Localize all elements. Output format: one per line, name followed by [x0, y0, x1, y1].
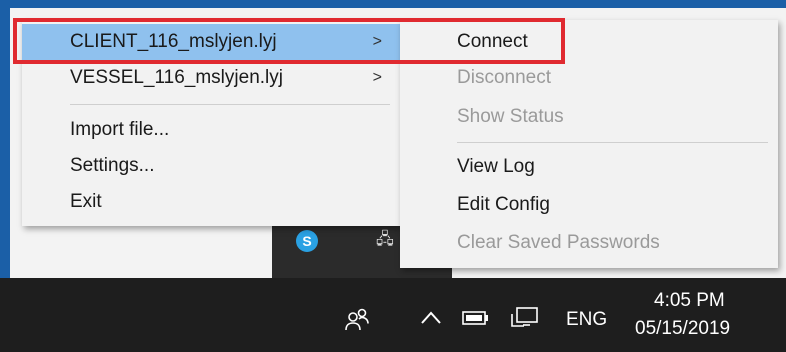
network-icon[interactable]: [510, 306, 540, 336]
submenu-item-disconnect: Disconnect: [400, 60, 778, 96]
menu-item-import-file[interactable]: Import file...: [22, 112, 400, 148]
submenu-separator: [457, 142, 768, 143]
submenu-item-label: Connect: [457, 31, 528, 52]
submenu-item-label: View Log: [457, 156, 535, 177]
language-indicator[interactable]: ENG: [566, 309, 607, 331]
submenu-item-label: Edit Config: [457, 194, 550, 215]
menu-item-label: Settings...: [70, 155, 155, 176]
submenu-item-label: Clear Saved Passwords: [457, 232, 660, 253]
submenu-item-show-status: Show Status: [400, 99, 778, 135]
desktop-edge-top: [0, 0, 786, 8]
chevron-up-icon[interactable]: [420, 308, 442, 332]
submenu-item-view-log[interactable]: View Log: [400, 149, 778, 185]
screen: S 🖧 CLIENT_116_mslyjen.lyj > VESSEL_116_…: [0, 0, 786, 352]
submenu-item-clear-saved-passwords: Clear Saved Passwords: [400, 225, 778, 261]
network-adapter-icon[interactable]: 🖧: [376, 228, 394, 255]
skype-icon[interactable]: S: [296, 230, 318, 252]
chevron-right-icon: >: [372, 69, 382, 86]
menu-item-exit[interactable]: Exit: [22, 184, 400, 220]
context-menu: CLIENT_116_mslyjen.lyj > VESSEL_116_msly…: [22, 20, 400, 226]
menu-item-vessel-config[interactable]: VESSEL_116_mslyjen.lyj >: [22, 60, 400, 96]
submenu-item-edit-config[interactable]: Edit Config: [400, 187, 778, 223]
clock-time[interactable]: 4:05 PM: [654, 290, 725, 312]
menu-item-label: CLIENT_116_mslyjen.lyj: [70, 31, 277, 52]
menu-item-label: Exit: [70, 191, 102, 212]
menu-item-settings[interactable]: Settings...: [22, 148, 400, 184]
battery-icon[interactable]: [462, 309, 490, 333]
submenu: Connect Disconnect Show Status View Log …: [400, 20, 778, 268]
submenu-item-connect[interactable]: Connect: [400, 24, 778, 60]
menu-item-label: VESSEL_116_mslyjen.lyj: [70, 67, 283, 88]
submenu-item-label: Show Status: [457, 106, 564, 127]
menu-separator: [70, 104, 390, 105]
menu-item-label: Import file...: [70, 119, 170, 140]
submenu-item-label: Disconnect: [457, 67, 551, 88]
chevron-right-icon: >: [372, 33, 382, 50]
menu-item-client-config[interactable]: CLIENT_116_mslyjen.lyj >: [22, 24, 400, 60]
people-icon[interactable]: [344, 306, 370, 338]
clock-date[interactable]: 05/15/2019: [635, 318, 730, 340]
